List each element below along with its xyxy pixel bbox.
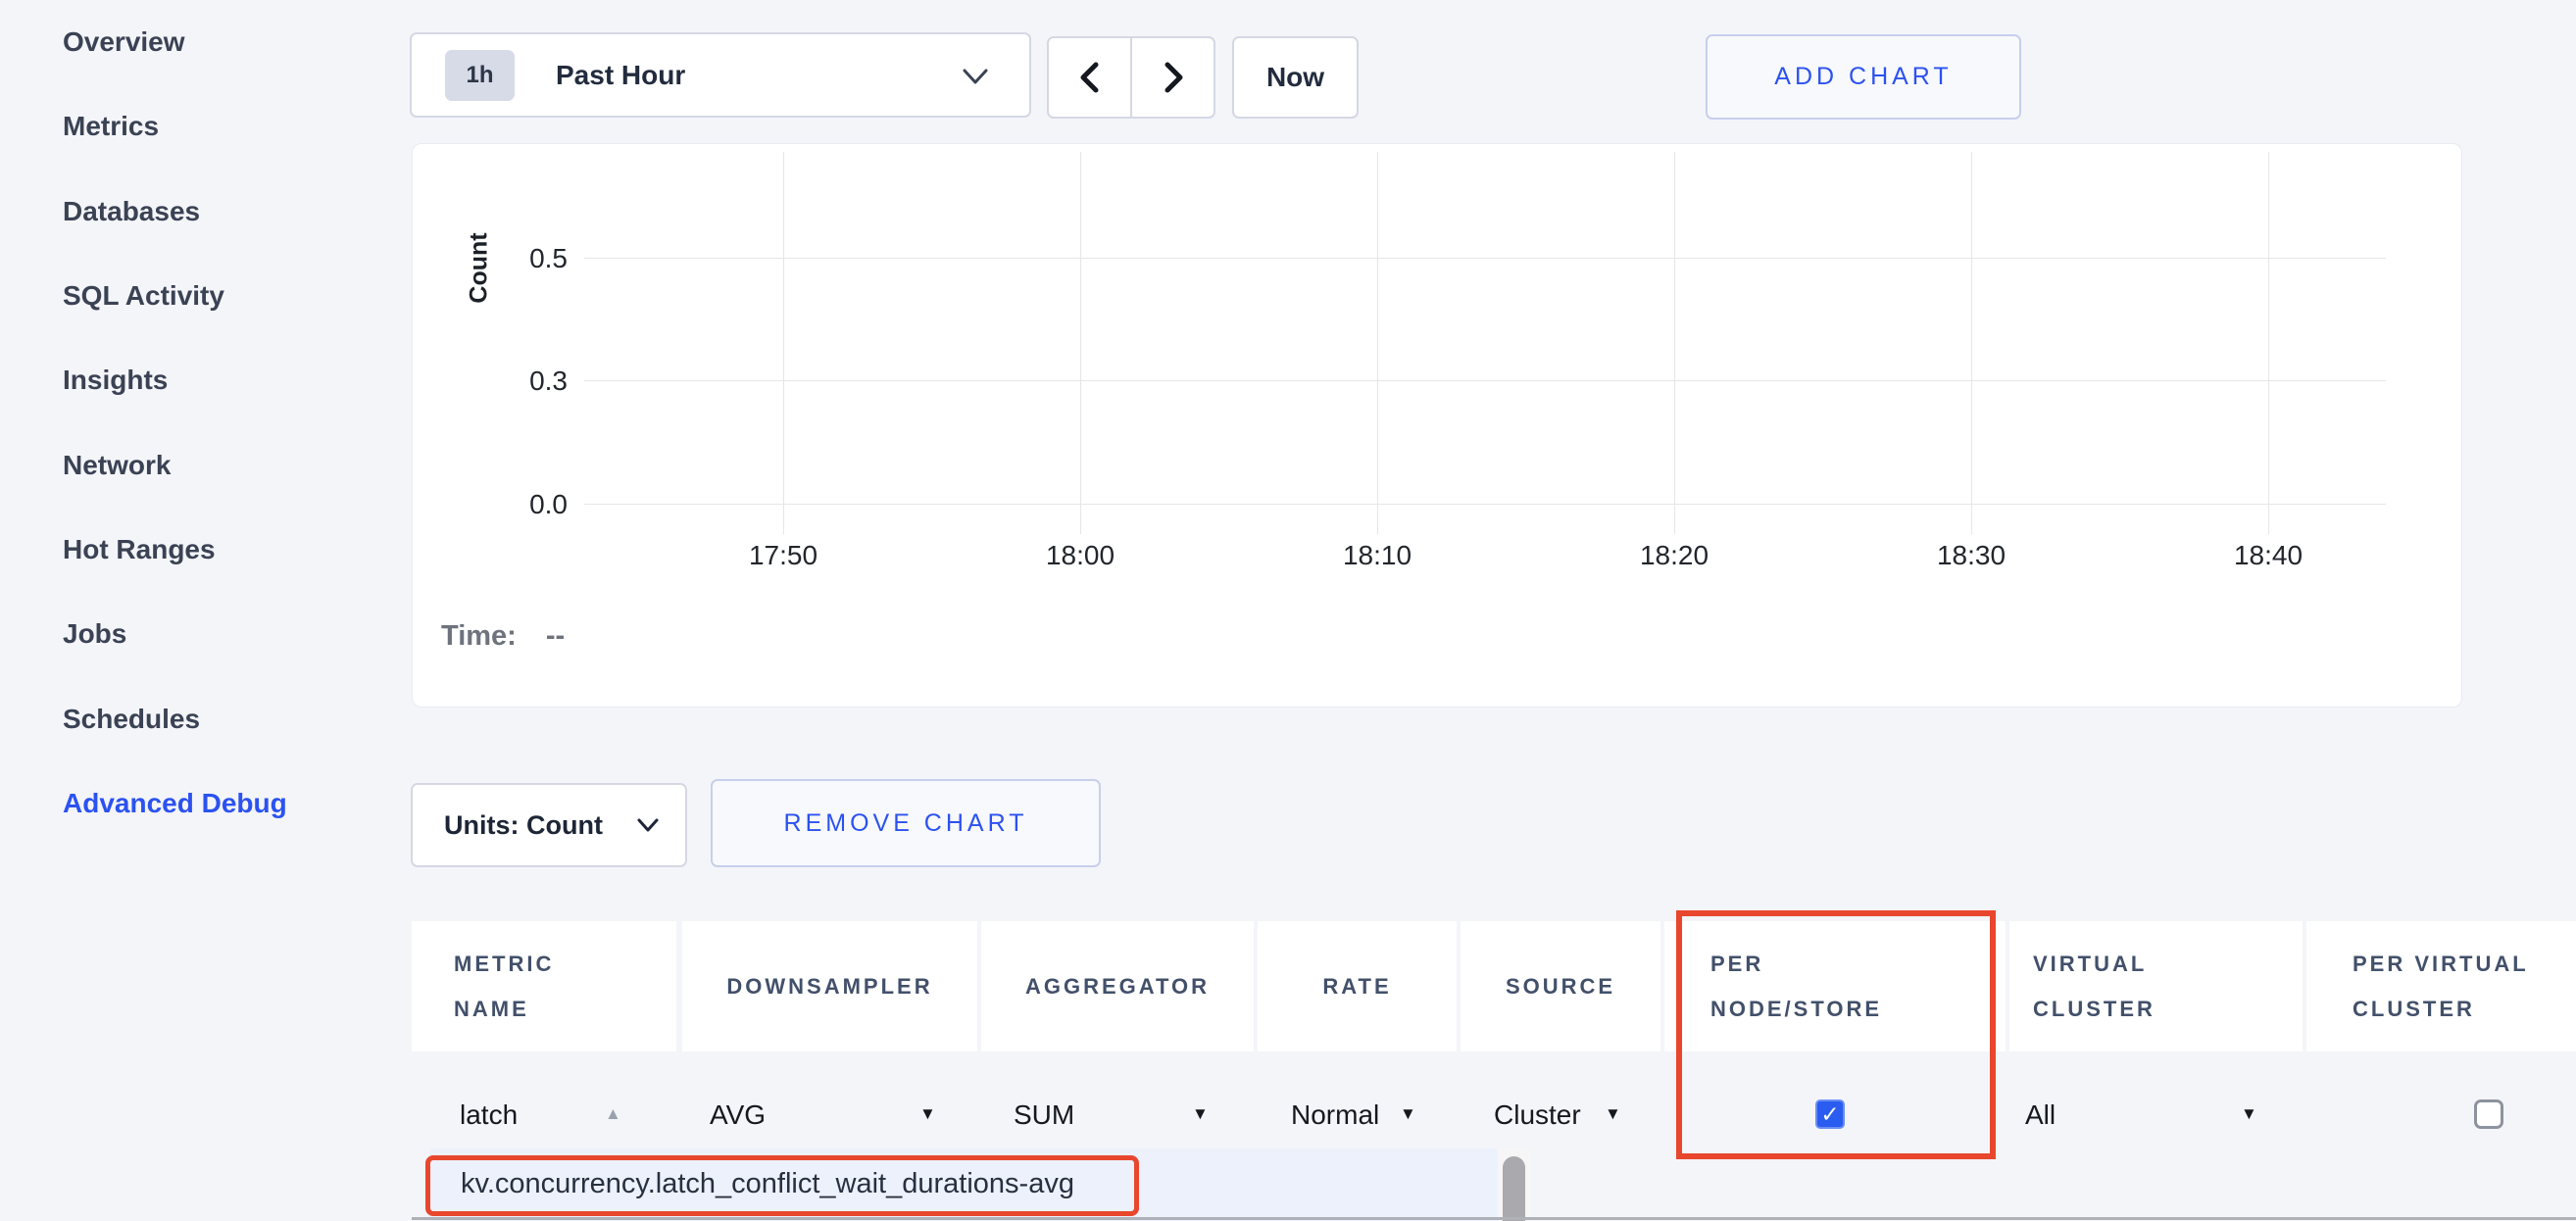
- chart-panel: Count 0.5 0.3 0.0 17:50 18:00 18:10 18:2…: [412, 143, 2462, 708]
- x-tick-1830: 18:30: [1912, 540, 2030, 571]
- header-per-node-store: PER NODE/STORE: [1664, 921, 2006, 1051]
- header-aggregator: AGGREGATOR: [981, 921, 1254, 1051]
- metric-name-input[interactable]: latch: [460, 1099, 518, 1131]
- time-label: Time:: [441, 620, 517, 652]
- bottom-divider: [412, 1217, 2576, 1220]
- chevron-right-icon: [1157, 59, 1190, 96]
- time-prev-button[interactable]: [1047, 36, 1132, 119]
- sidebar-item-hot-ranges[interactable]: Hot Ranges: [63, 534, 216, 565]
- source-select[interactable]: Cluster: [1494, 1099, 1581, 1131]
- header-metric-name: METRIC NAME: [412, 921, 676, 1051]
- metric-suggestion-item[interactable]: kv.concurrency.latch_conflict_wait_durat…: [461, 1168, 1074, 1200]
- x-tick-1840: 18:40: [2209, 540, 2327, 571]
- caret-down-icon[interactable]: ▼: [1400, 1104, 1416, 1124]
- time-range-badge: 1h: [445, 50, 515, 101]
- sidebar-item-metrics[interactable]: Metrics: [63, 111, 159, 142]
- sidebar-item-insights[interactable]: Insights: [63, 365, 168, 396]
- sidebar-item-schedules[interactable]: Schedules: [63, 704, 200, 735]
- per-node-store-checkbox[interactable]: ✓: [1815, 1099, 1845, 1129]
- caret-down-icon[interactable]: ▼: [2241, 1104, 2257, 1124]
- now-button[interactable]: Now: [1232, 36, 1359, 119]
- gridline: [2268, 152, 2269, 534]
- caret-down-icon[interactable]: ▼: [1192, 1104, 1209, 1124]
- gridline: [584, 504, 2386, 505]
- gridline: [783, 152, 784, 534]
- remove-chart-button[interactable]: REMOVE CHART: [711, 779, 1101, 867]
- sidebar-item-databases[interactable]: Databases: [63, 196, 200, 227]
- sidebar-item-jobs[interactable]: Jobs: [63, 618, 126, 650]
- chevron-left-icon: [1073, 59, 1107, 96]
- x-tick-1810: 18:10: [1318, 540, 1436, 571]
- downsampler-select[interactable]: AVG: [710, 1099, 766, 1131]
- gridline: [1377, 152, 1378, 534]
- add-chart-button[interactable]: ADD CHART: [1706, 34, 2021, 120]
- gridline: [584, 380, 2386, 381]
- rate-select[interactable]: Normal: [1291, 1099, 1379, 1131]
- units-dropdown[interactable]: Units: Count: [411, 783, 687, 867]
- gridline: [1674, 152, 1675, 534]
- per-virtual-cluster-checkbox[interactable]: [2474, 1099, 2503, 1129]
- advanced-debug-custom-chart-page: Overview Metrics Databases SQL Activity …: [0, 0, 2576, 1221]
- y-tick-0_0: 0.0: [479, 489, 568, 520]
- x-tick-1750: 17:50: [724, 540, 842, 571]
- time-value: --: [546, 620, 565, 652]
- dropdown-scrollbar-thumb[interactable]: [1503, 1156, 1525, 1221]
- chevron-down-icon: [636, 816, 660, 834]
- virtual-cluster-select[interactable]: All: [2025, 1099, 2056, 1131]
- units-dropdown-value: Units: Count: [444, 810, 603, 841]
- gridline: [584, 258, 2386, 259]
- header-per-virtual-cluster: PER VIRTUAL CLUSTER: [2306, 921, 2576, 1051]
- x-tick-1800: 18:00: [1021, 540, 1139, 571]
- check-icon: ✓: [1820, 1101, 1839, 1128]
- aggregator-select[interactable]: SUM: [1014, 1099, 1074, 1131]
- gridline: [1080, 152, 1081, 534]
- metric-suggestion-dropdown: kv.concurrency.latch_conflict_wait_durat…: [429, 1148, 1498, 1221]
- y-tick-0_5: 0.5: [479, 243, 568, 274]
- gridline: [1971, 152, 1972, 534]
- time-range-selector[interactable]: 1h Past Hour: [410, 32, 1031, 118]
- sidebar-item-network[interactable]: Network: [63, 450, 171, 481]
- header-source: SOURCE: [1461, 921, 1660, 1051]
- sidebar-item-sql-activity[interactable]: SQL Activity: [63, 280, 224, 312]
- header-downsampler: DOWNSAMPLER: [682, 921, 977, 1051]
- chevron-down-icon: [961, 66, 990, 87]
- x-tick-1820: 18:20: [1615, 540, 1733, 571]
- caret-up-icon[interactable]: ▲: [605, 1104, 621, 1124]
- chart-hover-time: Time: --: [441, 620, 565, 653]
- sidebar-item-advanced-debug[interactable]: Advanced Debug: [63, 788, 287, 819]
- sidebar-item-overview[interactable]: Overview: [63, 26, 185, 58]
- time-next-button[interactable]: [1130, 36, 1215, 119]
- header-rate: RATE: [1258, 921, 1457, 1051]
- header-virtual-cluster: VIRTUAL CLUSTER: [2009, 921, 2303, 1051]
- caret-down-icon[interactable]: ▼: [1605, 1104, 1621, 1124]
- y-tick-0_3: 0.3: [479, 366, 568, 397]
- caret-down-icon[interactable]: ▼: [919, 1104, 936, 1124]
- time-range-label: Past Hour: [556, 60, 685, 91]
